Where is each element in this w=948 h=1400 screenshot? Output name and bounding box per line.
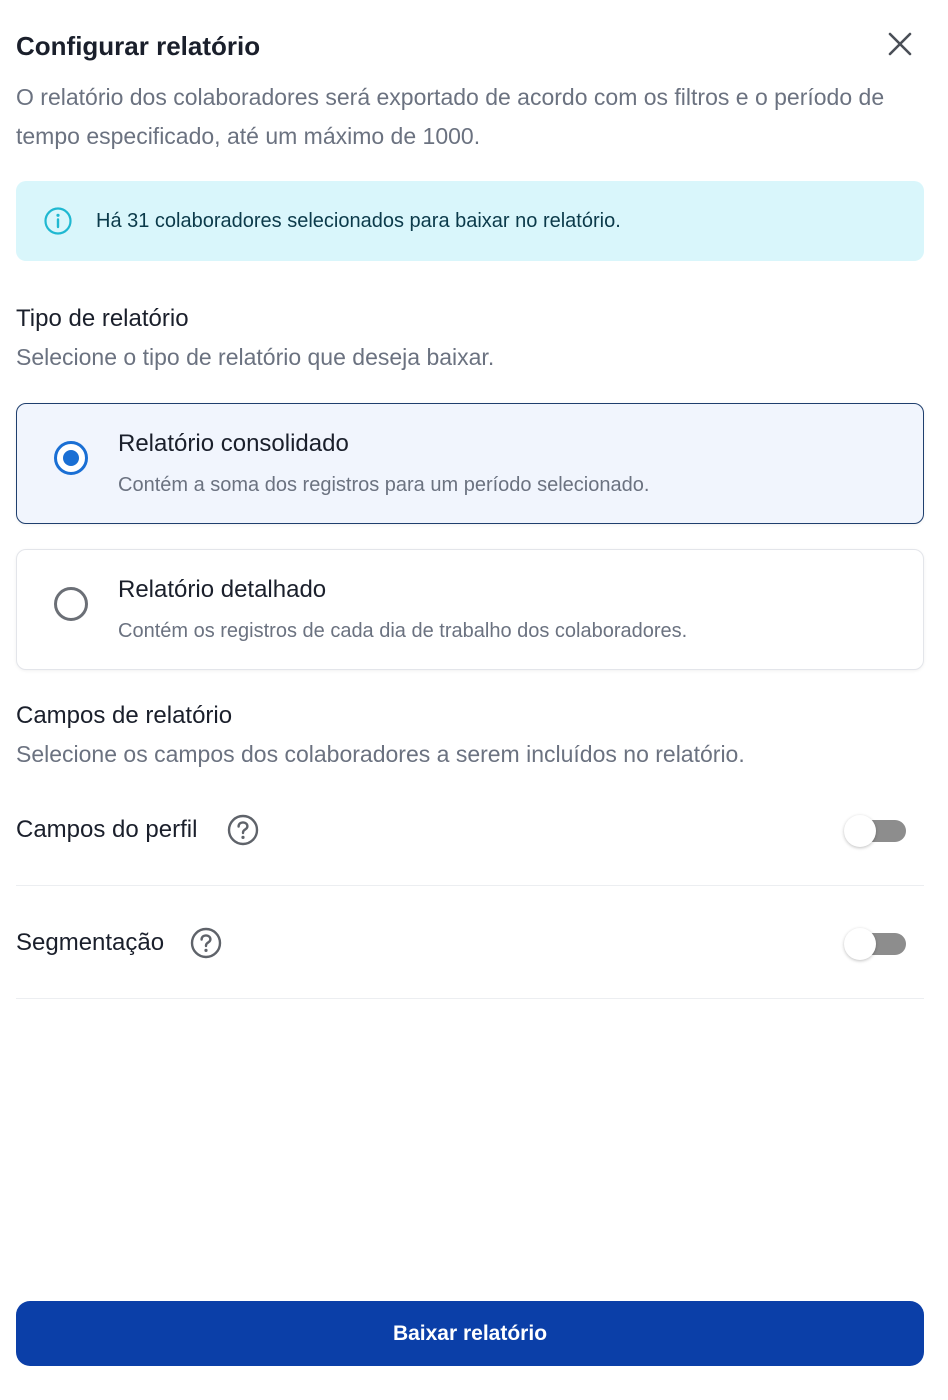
option-detailed-report[interactable]: Relatório detalhado Contém os registros … [16,549,924,670]
field-label-segmentation: Segmentação [16,929,165,956]
info-icon [42,205,74,237]
radio-consolidated[interactable] [54,441,88,475]
option-description: Contém os registros de cada dia de traba… [118,620,688,642]
help-icon[interactable] [189,926,223,960]
download-report-button[interactable]: Baixar relatório [16,1301,924,1366]
option-description: Contém a soma dos registros para um perí… [118,474,650,496]
info-banner: Há 31 colaboradores selecionados para ba… [16,181,924,261]
close-icon [887,31,913,62]
option-title: Relatório detalhado [118,576,327,603]
toggle-thumb [844,815,876,847]
dialog-header: Configurar relatório [16,28,924,68]
option-consolidated-report[interactable]: Relatório consolidado Contém a soma dos … [16,403,924,524]
dialog-description: O relatório dos colaboradores será expor… [16,84,885,149]
profile-fields-toggle[interactable] [844,813,906,847]
toggle-thumb [844,928,876,960]
field-label-profile: Campos do perfil [16,816,198,843]
report-fields-title: Campos de relatório [16,702,233,729]
field-row-profile: Campos do perfil [16,774,924,886]
report-fields-description: Selecione os campos dos colaboradores a … [16,741,745,767]
radio-detailed[interactable] [54,587,88,621]
option-title: Relatório consolidado [118,430,349,457]
info-banner-text: Há 31 colaboradores selecionados para ba… [96,209,621,232]
segmentation-toggle[interactable] [844,926,906,960]
dialog-title: Configurar relatório [16,31,261,61]
close-button[interactable] [884,30,916,62]
field-row-segmentation: Segmentação [16,887,924,999]
report-config-dialog: Configurar relatório O relatório dos col… [0,0,948,1400]
help-icon[interactable] [226,813,260,847]
report-type-title: Tipo de relatório [16,305,189,332]
report-type-description: Selecione o tipo de relatório que deseja… [16,344,495,370]
